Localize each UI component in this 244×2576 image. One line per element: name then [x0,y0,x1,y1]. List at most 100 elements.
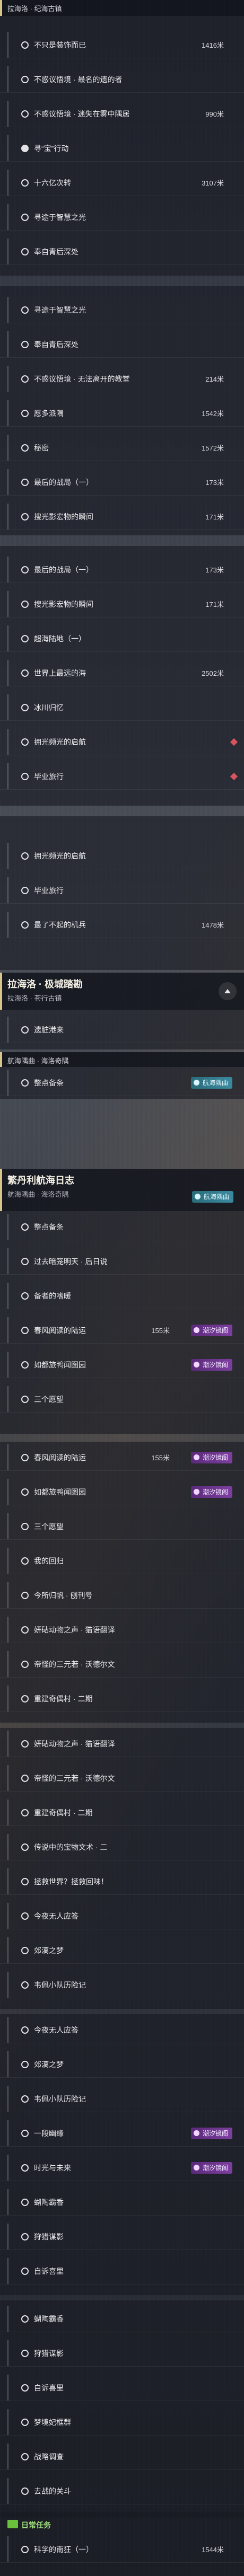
quest-row[interactable]: 去战的关斗 [0,2478,244,2504]
quest-row[interactable]: 韦佩小队历险记 [0,2086,244,2112]
quest-row[interactable]: 蝴陶霸香 [0,2189,244,2216]
quest-row[interactable]: 世界上最远的海 2502米 [0,660,244,686]
status-circle-icon [21,41,29,49]
quest-row[interactable]: 不只是装饰而已 1416米 [0,32,244,58]
quest-row[interactable]: 战略调查 [0,2443,244,2470]
quest-row[interactable]: 三个愿望 [0,1513,244,1540]
quest-row[interactable]: 毕业旅行 [0,763,244,790]
quest-distance: 2502米 [202,669,224,677]
quest-row[interactable]: 郊漓之梦 [0,2051,244,2078]
status-circle-icon [21,1395,29,1403]
quest-row[interactable]: 今夜无人应答 [0,1903,244,1929]
quest-row[interactable]: 一段幽缘 潮汐镜阁 [0,2120,244,2147]
quest-distance: 155米 [151,1454,170,1462]
header-mark [0,1052,2,1067]
quest-row[interactable]: 重建奇偶村 · 二期 [0,1799,244,1826]
quest-label: 自诉喜里 [34,2266,64,2275]
quest-row[interactable]: 备者的嗜暖 [0,1283,244,1309]
region-badge: 航海隅曲 [191,1191,233,1203]
quest-row[interactable]: 不惑议悟境 · 迷失在雾中隅居 990米 [0,101,244,127]
timeline-rail [7,1548,8,1574]
quest-label: 愿多派隅 [34,409,64,418]
quest-row[interactable]: 郊漓之梦 [0,1937,244,1964]
quest-row[interactable]: 科学的南狂（一） 1544米 [0,2536,244,2563]
quest-row[interactable]: 拥光频光的启航 [0,843,244,869]
status-circle-icon [21,2349,29,2357]
quest-label: 春风阅读的陆运 [34,1326,86,1335]
timeline-rail [7,1352,8,1378]
quest-row[interactable]: 整点备条 [0,1214,244,1240]
quest-label: 去战的关斗 [34,2486,71,2495]
quest-distance: 155米 [151,1327,170,1335]
quest-row[interactable]: 蝴陶霸香 [0,2306,244,2332]
quest-row[interactable]: 愿多派隅 1542米 [0,400,244,427]
quest-row[interactable]: 我的回归 [0,1548,244,1574]
quest-label: 三个愿望 [34,1522,64,1531]
region-badge: 潮汐镜阁 [190,2128,232,2139]
status-circle-icon [21,1522,29,1530]
quest-row[interactable]: 过去暗笼明天 · 后日说 [0,1248,244,1275]
quest-label: 十六亿次转 [34,178,71,187]
region-badge: 潮汐镜阁 [190,2162,232,2174]
quest-row[interactable]: 传说中的宝物文术 · 二 [0,1834,244,1860]
quest-row[interactable]: 拥光频光的启航 [0,729,244,755]
quest-label: 韦佩小队历险记 [34,1980,86,1989]
quest-row[interactable]: 重建奇偶村 · 二期 [0,1686,244,1712]
quest-row[interactable]: 春风阅读的陆运 155米 潮汐镜阁 [0,1317,244,1344]
quest-row[interactable]: 如都旅鸭闻图园 潮汐镜阁 [0,1352,244,1378]
quest-row[interactable]: 超海陆地（一） [0,625,244,652]
quest-row[interactable]: 不惑议悟境 · 无法离开的教堂 214米 [0,366,244,392]
quest-row[interactable]: 整点备条 航海隅曲 [0,1070,244,1096]
quest-row[interactable]: 奉自青后深处 [0,331,244,358]
quest-row[interactable]: 毕业旅行 [0,877,244,904]
quest-row[interactable]: 帝怪的三元若 · 沃德尔文 [0,1765,244,1792]
quest-row[interactable]: 拯救世界？拯救回味！ [0,1868,244,1895]
quest-row[interactable]: 寻途于智慧之光 [0,204,244,231]
quest-row[interactable]: 妍砧动物之声 · 猫语翻译 [0,1731,244,1757]
quest-row[interactable]: 寻途于智慧之光 [0,297,244,323]
quest-distance: 173米 [205,479,224,487]
quest-row[interactable]: 梦境妃框群 [0,2409,244,2436]
quest-row[interactable]: 如都旅鸭闻图园 潮汐镜阁 [0,1479,244,1505]
quest-row[interactable]: 搜光影宏物的瞬间 171米 [0,504,244,530]
quest-row[interactable]: 最后的战局（一） 173米 [0,469,244,496]
timeline-rail [7,32,8,58]
status-circle-icon [21,213,29,221]
quest-row[interactable]: 帝怪的三元若 · 沃德尔文 [0,1651,244,1678]
quest-row[interactable]: 今所归帆 · 刨刊号 [0,1582,244,1609]
status-circle-icon [21,2095,29,2103]
quest-row[interactable]: 最了不起的机兵 1478米 [0,912,244,938]
timeline-rail [7,2443,8,2469]
quest-row[interactable]: 今夜无人应答 [0,2017,244,2043]
quest-row[interactable]: 时光与未来 潮汐镜阁 [0,2155,244,2181]
quest-row[interactable]: 十六亿次转 3107米 [0,170,244,196]
quest-label: 郊漓之梦 [34,1946,64,1955]
quest-row[interactable]: 秘密 1572米 [0,435,244,461]
quest-row[interactable]: 韦佩小队历险记 [0,1972,244,1998]
status-circle-icon [21,1453,29,1461]
quest-row[interactable]: 最后的战局（一） 173米 [0,557,244,583]
collapse-button[interactable] [219,982,237,1000]
quest-row[interactable]: 狩猎谋影 [0,2340,244,2367]
quest-row[interactable]: 春风阅读的陆运 155米 潮汐镜阁 [0,1444,244,1471]
status-circle-icon [21,2418,29,2426]
timeline-rail [7,101,8,127]
quest-row[interactable]: 遗脏港来 [0,1017,244,1043]
status-circle-icon [21,375,29,383]
quest-row[interactable]: 自诉喜里 [0,2375,244,2401]
quest-row[interactable]: 奉自青后深处 [0,239,244,265]
status-circle-icon [21,1361,29,1369]
quest-row[interactable]: 三个愿望 [0,1386,244,1413]
sub-header: 航海隅曲 · 海洛奇隅 [0,1052,244,1067]
timeline-rail [7,1686,8,1712]
quest-row[interactable]: 冰川归忆 [0,694,244,721]
quest-row[interactable]: 搜光影宏物的瞬间 171米 [0,591,244,617]
timeline-rail [7,1582,8,1608]
quest-row[interactable]: 妍砧动物之声 · 猫语翻译 [0,1617,244,1643]
status-circle-icon [21,248,29,255]
quest-row[interactable]: 自诉喜里 [0,2258,244,2284]
quest-row[interactable]: 狩猎谋影 [0,2224,244,2250]
status-circle-icon [21,2545,29,2553]
quest-row[interactable]: 不惑议悟境 · 最名的遗的者 [0,66,244,93]
quest-row[interactable]: 寻“宝”行动 [0,135,244,162]
